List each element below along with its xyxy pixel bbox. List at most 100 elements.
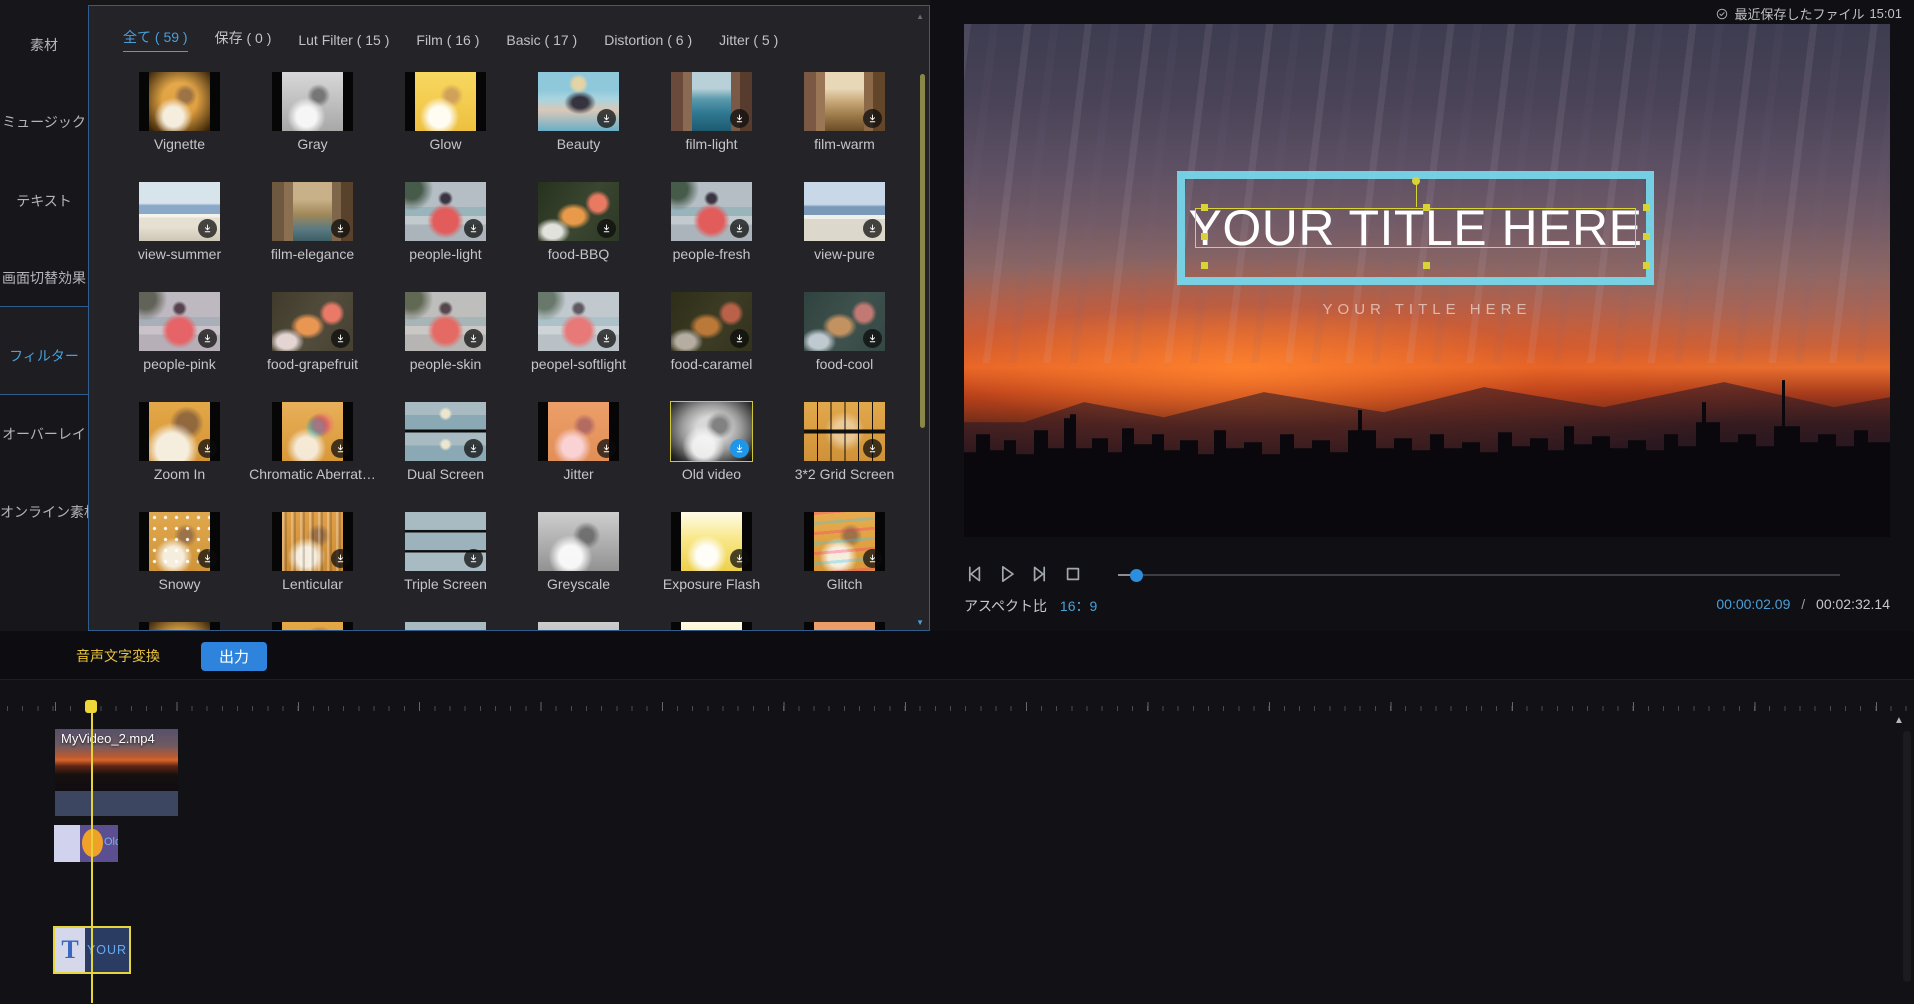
scroll-up-track-icon[interactable]: ▲ — [1894, 715, 1904, 726]
filter-tab-1[interactable]: 全て ( 59 ) — [123, 27, 188, 52]
filter-thumbnail[interactable] — [272, 182, 353, 241]
filter-tab-2[interactable]: 保存 ( 0 ) — [215, 28, 272, 52]
selection-handle[interactable] — [1201, 204, 1208, 211]
download-icon[interactable] — [198, 549, 217, 568]
filter-thumbnail[interactable] — [405, 182, 486, 241]
selection-handle[interactable] — [1643, 204, 1650, 211]
filter-thumbnail[interactable] — [272, 72, 353, 131]
filter-thumbnail[interactable] — [139, 292, 220, 351]
download-icon[interactable] — [863, 549, 882, 568]
filter-thumbnail[interactable] — [538, 622, 619, 631]
download-icon[interactable] — [730, 109, 749, 128]
selection-handle[interactable] — [1643, 233, 1650, 240]
filter-thumbnail[interactable] — [139, 622, 220, 631]
subtitle-text[interactable]: YOUR TITLE HERE — [964, 301, 1890, 318]
filter-thumbnail[interactable] — [139, 182, 220, 241]
download-icon[interactable] — [597, 329, 616, 348]
play-icon[interactable] — [995, 562, 1019, 586]
sidebar-item-7[interactable]: オンライン素材 — [0, 497, 88, 527]
download-icon[interactable] — [730, 219, 749, 238]
filter-thumbnail[interactable] — [272, 402, 353, 461]
filter-thumbnail[interactable] — [139, 72, 220, 131]
filter-thumbnail[interactable] — [272, 622, 353, 631]
download-icon[interactable] — [597, 219, 616, 238]
sidebar-item-5[interactable]: フィルター — [0, 341, 88, 371]
download-icon[interactable] — [464, 329, 483, 348]
filter-thumbnail[interactable] — [804, 182, 885, 241]
seek-thumb[interactable] — [1130, 569, 1143, 582]
filter-thumbnail[interactable] — [405, 292, 486, 351]
filter-thumbnail[interactable] — [671, 402, 752, 461]
download-icon[interactable] — [464, 219, 483, 238]
stop-icon[interactable] — [1061, 562, 1085, 586]
selection-handle[interactable] — [1423, 262, 1430, 269]
previous-frame-icon[interactable] — [962, 562, 986, 586]
seek-bar[interactable] — [1118, 574, 1840, 576]
selection-handle[interactable] — [1423, 204, 1430, 211]
filter-thumbnail[interactable] — [671, 292, 752, 351]
sidebar-item-3[interactable]: テキスト — [0, 186, 88, 216]
scroll-down-icon[interactable]: ▼ — [916, 618, 924, 627]
download-icon[interactable] — [597, 439, 616, 458]
export-button[interactable]: 出力 — [201, 642, 267, 671]
filter-panel-scrollbar[interactable] — [920, 74, 925, 428]
filter-thumbnail[interactable] — [671, 182, 752, 241]
filter-thumbnail[interactable] — [272, 292, 353, 351]
download-icon[interactable] — [730, 329, 749, 348]
download-icon[interactable] — [863, 219, 882, 238]
download-icon[interactable] — [331, 439, 350, 458]
download-icon[interactable] — [198, 329, 217, 348]
filter-thumbnail[interactable] — [804, 622, 885, 631]
filter-thumbnail[interactable] — [538, 182, 619, 241]
scroll-up-icon[interactable]: ▲ — [916, 12, 924, 21]
download-icon[interactable] — [863, 439, 882, 458]
filter-thumbnail[interactable] — [272, 512, 353, 571]
selection-handle[interactable] — [1201, 233, 1208, 240]
filter-thumbnail[interactable] — [671, 72, 752, 131]
download-icon[interactable] — [331, 219, 350, 238]
filter-thumbnail[interactable] — [804, 292, 885, 351]
sidebar-item-4[interactable]: 画面切替効果 — [0, 263, 88, 293]
filter-thumbnail[interactable] — [538, 72, 619, 131]
download-icon[interactable] — [597, 109, 616, 128]
download-icon[interactable] — [331, 329, 350, 348]
download-icon[interactable] — [730, 439, 749, 458]
filter-thumbnail[interactable] — [405, 72, 486, 131]
download-icon[interactable] — [464, 439, 483, 458]
filter-thumbnail[interactable] — [804, 402, 885, 461]
speech-to-text-button[interactable]: 音声文字変換 — [76, 646, 160, 666]
filter-thumbnail[interactable] — [405, 622, 486, 631]
filter-tab-5[interactable]: Basic ( 17 ) — [506, 32, 577, 52]
download-icon[interactable] — [331, 549, 350, 568]
filter-thumbnail[interactable] — [538, 512, 619, 571]
filter-thumbnail[interactable] — [671, 512, 752, 571]
filter-thumbnail[interactable] — [405, 402, 486, 461]
vertical-scrollbar[interactable] — [1903, 731, 1911, 982]
download-icon[interactable] — [198, 219, 217, 238]
title-overlay-box[interactable]: YOUR TITLE HERE — [1177, 171, 1654, 285]
filter-tab-3[interactable]: Lut Filter ( 15 ) — [298, 32, 389, 52]
filter-thumbnail[interactable] — [538, 402, 619, 461]
filter-thumbnail[interactable] — [405, 512, 486, 571]
download-icon[interactable] — [464, 549, 483, 568]
recent-saved-files[interactable]: 最近保存したファイル 15:01 — [1715, 4, 1902, 23]
video-clip[interactable]: MyVideo_2.mp4 — [55, 729, 178, 816]
download-icon[interactable] — [198, 439, 217, 458]
filter-tab-4[interactable]: Film ( 16 ) — [416, 32, 479, 52]
selection-handle[interactable] — [1201, 262, 1208, 269]
timeline-ruler[interactable] — [0, 680, 1914, 712]
next-frame-icon[interactable] — [1028, 562, 1052, 586]
playhead-handle[interactable] — [85, 700, 97, 713]
aspect-ratio-value[interactable]: 16：9 — [1060, 598, 1097, 614]
volume-icon[interactable] — [1822, 561, 1847, 586]
filter-thumbnail[interactable] — [671, 622, 752, 631]
sidebar-item-2[interactable]: ミュージック — [0, 107, 88, 137]
filter-tab-6[interactable]: Distortion ( 6 ) — [604, 32, 692, 52]
filter-thumbnail[interactable] — [139, 402, 220, 461]
fullscreen-icon[interactable] — [1857, 561, 1882, 586]
video-preview[interactable]: YOUR TITLE HERE YOUR TITLE HERE — [964, 24, 1890, 537]
selection-handle[interactable] — [1643, 262, 1650, 269]
filter-thumbnail[interactable] — [538, 292, 619, 351]
sidebar-item-1[interactable]: 素材 — [0, 30, 88, 60]
filter-thumbnail[interactable] — [139, 512, 220, 571]
